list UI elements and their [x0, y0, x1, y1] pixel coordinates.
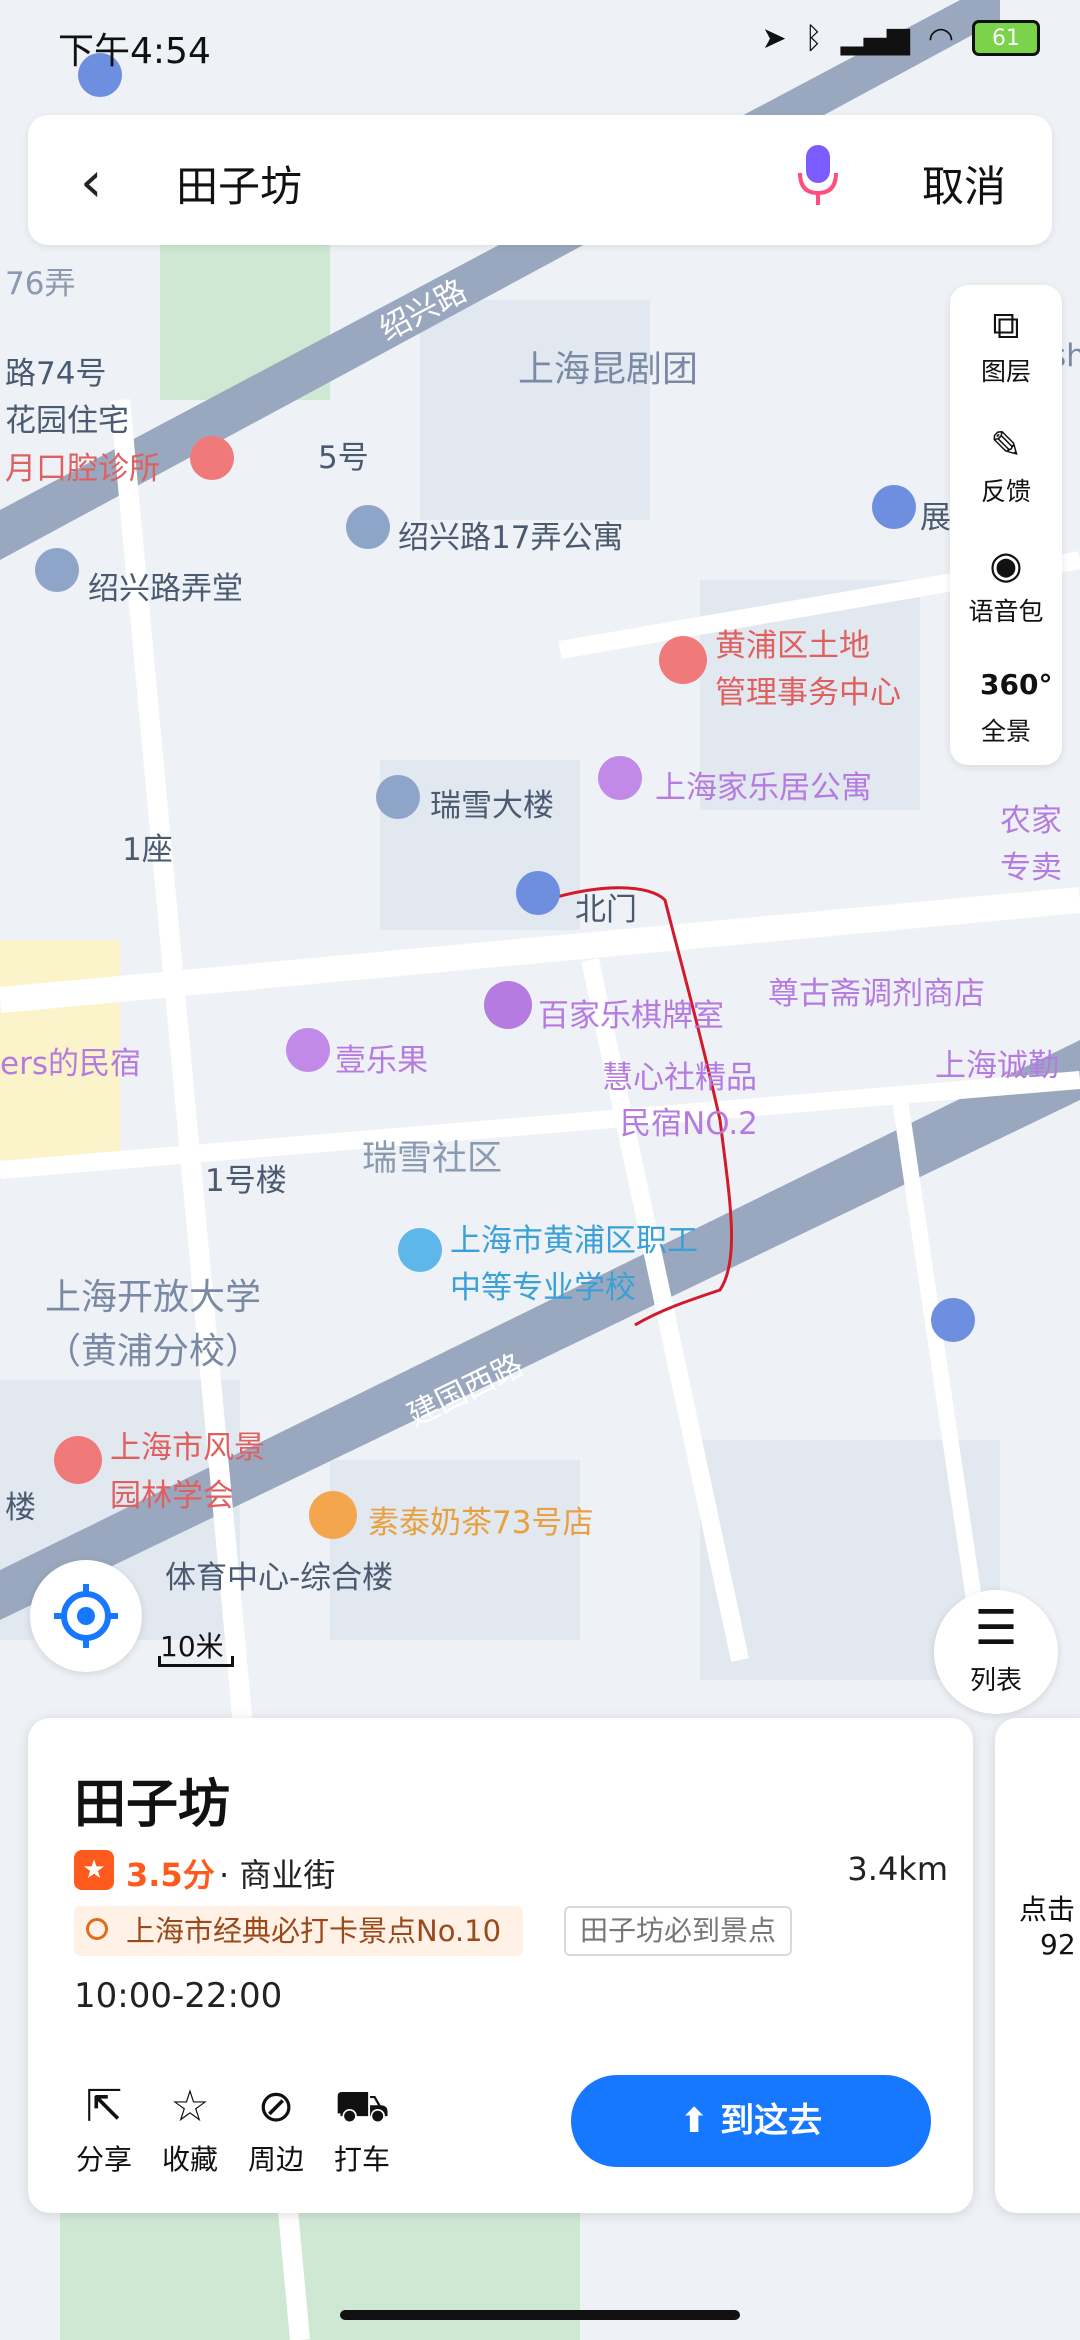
list-icon: ☰: [974, 1600, 1018, 1656]
locate-me-button[interactable]: [30, 1560, 142, 1672]
back-icon[interactable]: ‹: [80, 150, 102, 215]
map-label: 上海市黄浦区职工: [450, 1223, 698, 1259]
list-label: 列表: [969, 1666, 1022, 1696]
feedback-button[interactable]: ✎ 反馈: [950, 405, 1062, 517]
tool-label: 语音包: [968, 597, 1044, 626]
map-label: ers的民宿: [0, 1046, 141, 1082]
map-label: 百家乐棋牌室: [538, 998, 724, 1034]
map-label: 绍兴路17弄公寓: [398, 520, 624, 556]
rank-icon: [86, 1918, 108, 1940]
map-label: 中等专业学校: [450, 1270, 636, 1306]
search-bar[interactable]: ‹ 田子坊 取消: [28, 115, 1052, 245]
place-card[interactable]: 田子坊 ★ 3.5分 · 商业街 3.4km 上海市经典必打卡景点No.10 田…: [28, 1718, 973, 2213]
voice-pack-icon: ◉: [989, 543, 1023, 587]
share-label: 分享: [75, 2143, 132, 2176]
status-bar: 下午4:54 ➤ ᛒ ▂▄▆ ◠ 61: [0, 0, 1080, 95]
place-title: 田子坊: [74, 1775, 231, 1835]
map-label: 月口腔诊所: [5, 451, 160, 487]
signal-icon: ▂▄▆: [840, 20, 910, 56]
map-label: 体育中心-综合楼: [165, 1560, 394, 1596]
map-label: 管理事务中心: [715, 675, 901, 711]
map-label: 上海诚勤: [935, 1048, 1059, 1084]
map-label: 壹乐果: [335, 1043, 428, 1079]
panorama-360-icon: 360°: [980, 668, 1053, 701]
map-label: 上海昆剧团: [518, 349, 699, 390]
place-category: · 商业街: [219, 1856, 336, 1894]
map-label: 上海家乐居公寓: [655, 770, 872, 806]
map-label: 展: [920, 500, 951, 536]
tool-label: 全景: [980, 717, 1031, 746]
navigate-label: 到这去: [720, 2101, 823, 2141]
compass-icon: ⊘: [257, 2081, 295, 2132]
map-label: 瑞雪社区: [362, 1139, 503, 1179]
share-icon: ⇱: [85, 2081, 123, 2132]
navigate-button[interactable]: ⬆ 到这去: [571, 2075, 931, 2167]
search-query[interactable]: 田子坊: [176, 153, 302, 214]
map-label: 慧心社精品: [602, 1060, 757, 1096]
taxi-icon: ⛟: [334, 2081, 390, 2132]
map-label: 尊古斋调剂商店: [768, 976, 985, 1012]
tool-label: 图层: [980, 357, 1031, 386]
next-card-number: 92: [1040, 1928, 1076, 1961]
battery-icon: 61: [972, 20, 1040, 56]
map-label: 农家: [1000, 803, 1062, 839]
panorama-button[interactable]: 360° 全景: [950, 645, 1062, 757]
map-label: 上海市风景: [110, 1430, 265, 1466]
map-label: （黄浦分校）: [45, 1331, 262, 1372]
nearby-button[interactable]: ⊘ 周边: [228, 2078, 324, 2178]
map-label: 民宿NO.2: [620, 1106, 758, 1142]
layers-button[interactable]: ⧉ 图层: [950, 285, 1062, 397]
map-label: 5号: [318, 440, 369, 476]
navigate-arrow-icon: ⬆: [679, 2101, 721, 2141]
map-label: 花园住宅: [5, 403, 129, 439]
list-button[interactable]: ☰ 列表: [934, 1590, 1058, 1714]
map-label: 黄浦区土地: [715, 628, 870, 664]
locate-icon: [54, 1584, 118, 1648]
place-distance: 3.4km: [847, 1850, 948, 1888]
opening-hours: 10:00-22:00: [74, 1976, 283, 2016]
map-label: 北门: [575, 892, 637, 928]
feedback-icon: ✎: [990, 423, 1022, 467]
rank-tag[interactable]: 上海市经典必打卡景点No.10: [74, 1906, 524, 1956]
voice-pack-button[interactable]: ◉ 语音包: [950, 525, 1062, 637]
location-icon: ➤: [761, 20, 787, 56]
star-icon: ☆: [170, 2081, 210, 2132]
nearby-label: 周边: [247, 2143, 304, 2176]
map-label: 76弄: [5, 266, 76, 302]
taxi-button[interactable]: ⛟ 打车: [314, 2078, 410, 2178]
map-label: 绍兴路弄堂: [88, 571, 243, 607]
taxi-label: 打车: [333, 2143, 390, 2176]
map-label: 1座: [122, 832, 173, 868]
favorite-button[interactable]: ☆ 收藏: [142, 2078, 238, 2178]
microphone-icon[interactable]: [796, 143, 840, 207]
map-label: 瑞雪大楼: [430, 788, 554, 824]
next-place-card[interactable]: 点击 92: [995, 1718, 1080, 2213]
next-card-text: 点击: [1019, 1893, 1076, 1926]
map-label: 素泰奶茶73号店: [368, 1505, 594, 1541]
rating-app-icon: ★: [74, 1850, 114, 1890]
feature-tag[interactable]: 田子坊必到景点: [564, 1906, 793, 1956]
map-scale-bar: [158, 1656, 234, 1667]
map-label: 楼: [5, 1490, 36, 1526]
rating-score: 3.5分: [126, 1856, 215, 1894]
rating-row: ★ 3.5分 · 商业街 3.4km: [74, 1846, 954, 1896]
wifi-icon: ◠: [927, 20, 954, 56]
map-label: 路74号: [5, 356, 107, 392]
map-label: 上海开放大学: [45, 1277, 262, 1318]
favorite-label: 收藏: [161, 2143, 218, 2176]
status-time: 下午4:54: [58, 31, 211, 72]
rank-tag-label: 上海市经典必打卡景点No.10: [126, 1914, 502, 1948]
layers-icon: ⧉: [992, 303, 1020, 347]
map-label: 1号楼: [205, 1163, 287, 1199]
share-button[interactable]: ⇱ 分享: [56, 2078, 152, 2178]
map-label: 专卖: [1000, 850, 1062, 886]
bluetooth-icon: ᛒ: [804, 20, 823, 56]
cancel-button[interactable]: 取消: [922, 153, 1006, 214]
tool-label: 反馈: [980, 477, 1031, 506]
map-tools-panel: ⧉ 图层 ✎ 反馈 ◉ 语音包 360° 全景: [950, 285, 1062, 765]
status-icons: ➤ ᛒ ▂▄▆ ◠ 61: [761, 20, 1040, 56]
map-label: 园林学会: [110, 1478, 234, 1514]
home-indicator[interactable]: [340, 2310, 740, 2320]
